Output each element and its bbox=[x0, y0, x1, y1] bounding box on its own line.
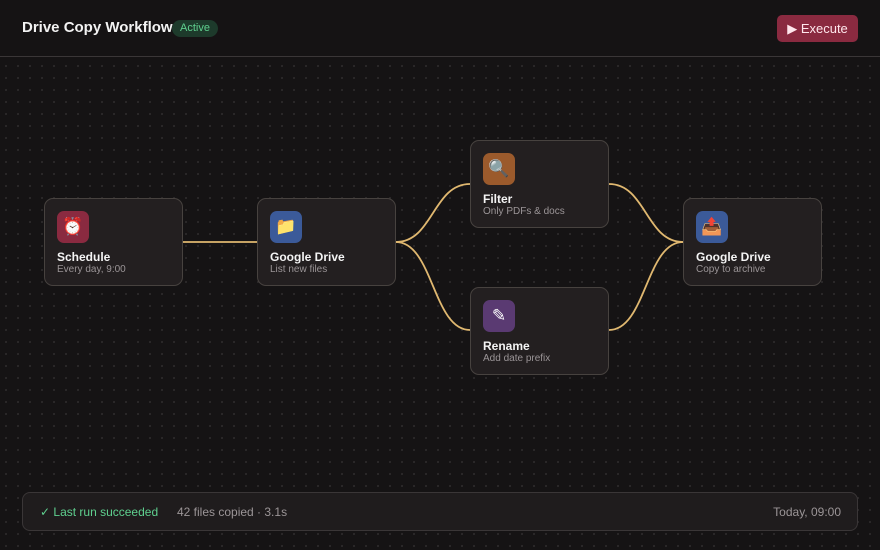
node-label: Google Drive bbox=[696, 250, 771, 264]
node-label: Google Drive bbox=[270, 250, 345, 264]
run-result: ✓ Last run succeeded bbox=[40, 505, 159, 519]
folder-icon: 📁 bbox=[270, 211, 302, 243]
node-subtitle: Only PDFs & docs bbox=[483, 206, 565, 217]
pencil-icon: ✎ bbox=[483, 300, 515, 332]
alarm-clock-icon: ⏰ bbox=[57, 211, 89, 243]
edge-drive-to-rename bbox=[395, 241, 471, 331]
run-timestamp: Today, 09:00 bbox=[773, 505, 841, 519]
node-subtitle: Copy to archive bbox=[696, 264, 766, 275]
node-google-drive-source[interactable]: 📁 Google Drive List new files bbox=[257, 198, 396, 286]
node-label: Schedule bbox=[57, 250, 111, 264]
node-schedule[interactable]: ⏰ Schedule Every day, 9:00 bbox=[44, 198, 183, 286]
run-status-bar: ✓ Last run succeeded 42 files copied · 3… bbox=[22, 492, 858, 531]
node-google-drive-target[interactable]: 📤 Google Drive Copy to archive bbox=[683, 198, 822, 286]
magnifier-icon: 🔍 bbox=[483, 153, 515, 185]
node-rename[interactable]: ✎ Rename Add date prefix bbox=[470, 287, 609, 375]
edge-rename-to-drive bbox=[608, 241, 684, 331]
node-label: Filter bbox=[483, 192, 513, 206]
node-subtitle: Every day, 9:00 bbox=[57, 264, 126, 275]
edge-filter-to-drive bbox=[608, 183, 684, 243]
node-filter[interactable]: 🔍 Filter Only PDFs & docs bbox=[470, 140, 609, 228]
edge-drive-to-filter bbox=[395, 183, 471, 243]
outbox-tray-icon: 📤 bbox=[696, 211, 728, 243]
run-summary: 42 files copied · 3.1s bbox=[177, 505, 288, 519]
node-subtitle: Add date prefix bbox=[483, 353, 551, 364]
node-label: Rename bbox=[483, 339, 530, 353]
node-subtitle: List new files bbox=[270, 264, 328, 275]
